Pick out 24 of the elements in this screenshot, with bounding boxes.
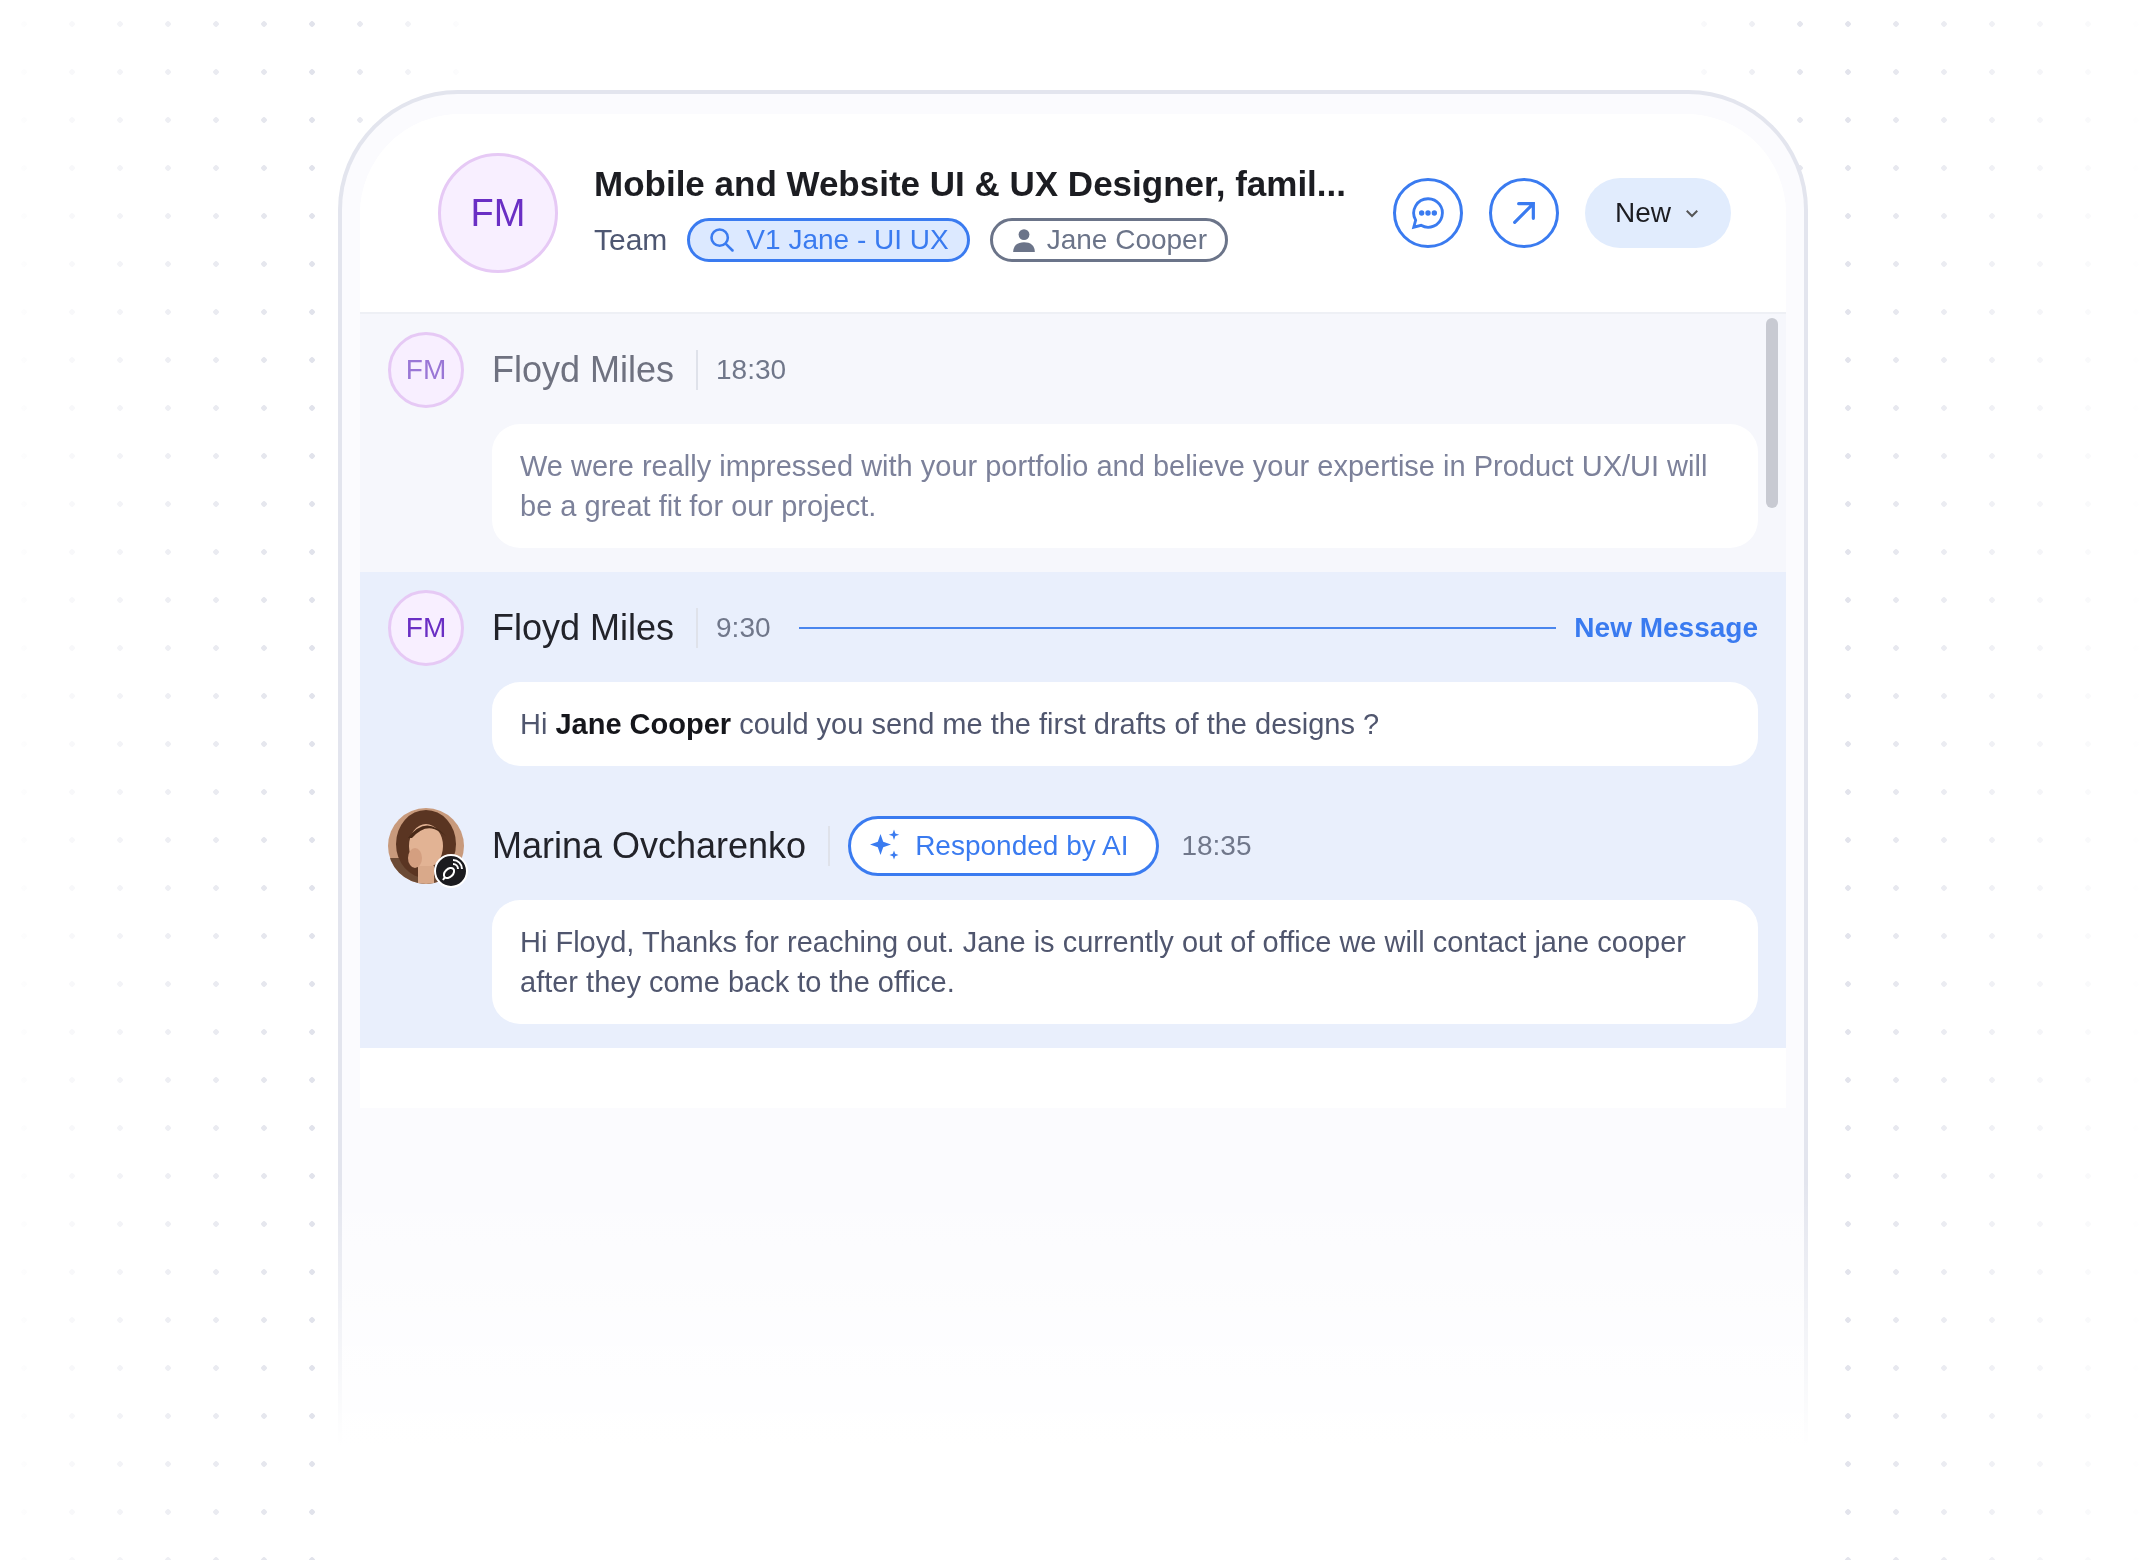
message-bubble: Hi Jane Cooper could you send me the first drafts of the designs ? — [492, 682, 1758, 766]
person-chip[interactable]: Jane Cooper — [989, 218, 1228, 262]
avatar: FM — [438, 153, 558, 273]
sender-name: Floyd Miles — [492, 349, 675, 391]
sender-name: Marina Ovcharenko — [492, 825, 807, 867]
team-label: Team — [594, 223, 668, 257]
sender-name: Floyd Miles — [492, 607, 675, 649]
satellite-badge-icon — [434, 854, 468, 888]
message-bubble: We were really impressed with your portfolio and believe your expertise in Product UX/UI will be a great fit for our project. — [492, 424, 1758, 548]
avatar: FM — [388, 332, 464, 408]
search-icon — [708, 226, 737, 254]
message-time: 18:35 — [1181, 830, 1252, 862]
search-chip[interactable]: V1 Jane - UI UX — [687, 218, 970, 262]
person-icon — [1010, 227, 1037, 253]
message-time: 9:30 — [716, 612, 771, 644]
avatar: FM — [388, 590, 464, 666]
new-message-label: New Message — [1574, 612, 1758, 644]
new-dropdown[interactable]: New — [1585, 178, 1731, 248]
ai-response-badge: Responded by AI — [848, 816, 1160, 876]
message-time: 18:30 — [716, 354, 787, 386]
chat-icon — [1409, 194, 1447, 232]
scrollbar[interactable] — [1766, 318, 1778, 508]
message-bubble: Hi Floyd, Thanks for reaching out. Jane is currently out of office we will contact jane cooper after they come back to the office. — [492, 900, 1758, 1024]
conversation-title: Mobile and Website UI & UX Designer, famil... — [594, 164, 1347, 204]
